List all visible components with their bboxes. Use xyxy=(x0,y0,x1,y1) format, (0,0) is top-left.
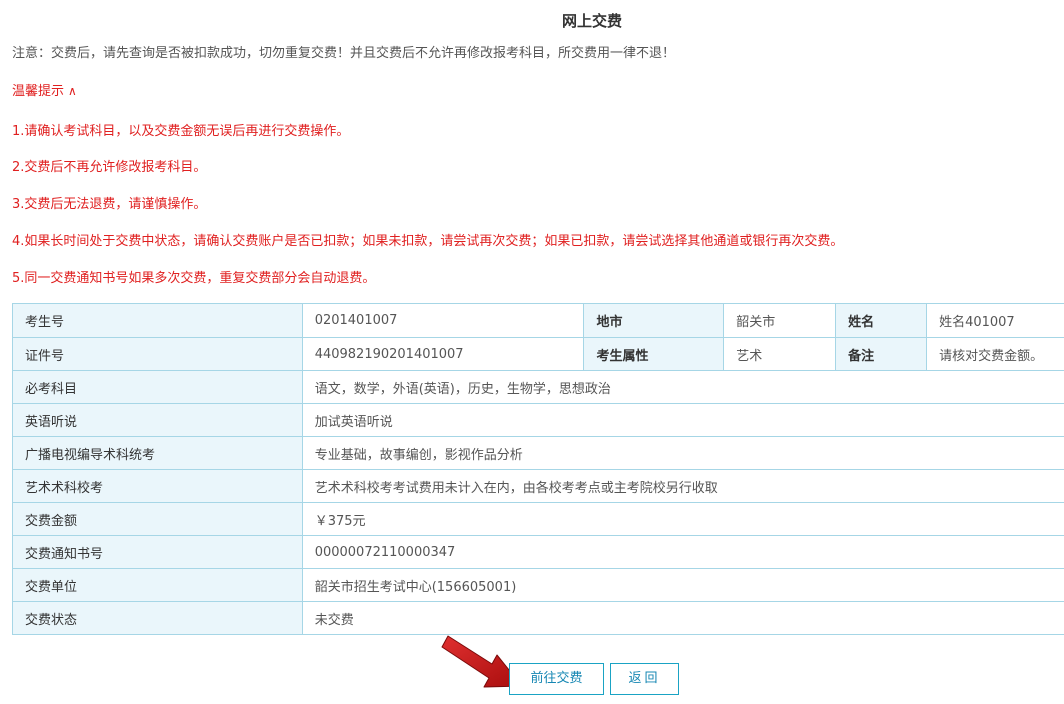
row-value: ￥375元 xyxy=(301,502,1064,536)
tips-toggle-label: 温馨提示 xyxy=(12,84,65,99)
id-label: 证件号 xyxy=(12,337,303,371)
row-label: 英语听说 xyxy=(12,403,303,437)
attr-value: 艺术 xyxy=(723,337,837,371)
table-row: 交费金额 ￥375元 xyxy=(12,502,1064,536)
tip-item-1: 1.请确认考试科目，以及交费金额无误后再进行交费操作。 xyxy=(12,124,350,139)
id-value: 440982190201401007 xyxy=(301,337,585,371)
attr-label: 考生属性 xyxy=(583,337,725,371)
row-label: 必考科目 xyxy=(12,370,303,404)
row-value: 00000072110000347 xyxy=(301,535,1064,569)
table-row: 交费通知书号 00000072110000347 xyxy=(12,535,1064,569)
row-value: 韶关市招生考试中心(156605001) xyxy=(301,568,1064,602)
chevron-up-icon: ∧ xyxy=(68,84,77,98)
name-value: 姓名401007 xyxy=(926,303,1064,338)
row-label: 交费状态 xyxy=(12,601,303,635)
table-row: 考生号 0201401007 地市 韶关市 姓名 姓名401007 xyxy=(12,303,1064,338)
city-value: 韶关市 xyxy=(723,303,837,338)
exam-no-label: 考生号 xyxy=(12,303,303,338)
table-row: 英语听说 加试英语听说 xyxy=(12,403,1064,437)
row-label: 交费通知书号 xyxy=(12,535,303,569)
row-value: 专业基础，故事编创，影视作品分析 xyxy=(301,436,1064,470)
table-row: 广播电视编导术科统考 专业基础，故事编创，影视作品分析 xyxy=(12,436,1064,470)
remark-label: 备注 xyxy=(835,337,928,371)
back-button[interactable]: 返回 xyxy=(610,663,679,695)
row-value: 未交费 xyxy=(301,601,1064,635)
name-label: 姓名 xyxy=(835,303,928,338)
table-row: 必考科目 语文，数学，外语(英语)，历史，生物学，思想政治 xyxy=(12,370,1064,404)
row-value: 加试英语听说 xyxy=(301,403,1064,437)
remark-value: 请核对交费金额。 xyxy=(926,337,1064,371)
table-row: 艺术术科校考 艺术术科校考考试费用未计入在内，由各校考考点或主考院校另行收取 xyxy=(12,469,1064,503)
page-title: 网上交费 xyxy=(561,12,622,30)
row-label: 广播电视编导术科统考 xyxy=(12,436,303,470)
row-value: 语文，数学，外语(英语)，历史，生物学，思想政治 xyxy=(301,370,1064,404)
row-label: 交费单位 xyxy=(12,568,303,602)
tip-item-2: 2.交费后不再允许修改报考科目。 xyxy=(12,160,207,175)
table-row: 交费状态 未交费 xyxy=(12,601,1064,635)
table-row: 交费单位 韶关市招生考试中心(156605001) xyxy=(12,568,1064,602)
exam-no-value: 0201401007 xyxy=(301,303,585,338)
go-pay-button[interactable]: 前往交费 xyxy=(509,663,604,695)
tips-toggle[interactable]: 温馨提示 ∧ xyxy=(12,80,77,99)
tip-item-3: 3.交费后无法退费，请谨慎操作。 xyxy=(12,197,207,212)
row-label: 艺术术科校考 xyxy=(12,469,303,503)
exam-info-table: 考生号 0201401007 地市 韶关市 姓名 姓名401007 证件号 44… xyxy=(12,303,1064,635)
payment-notice: 注意：交费后，请先查询是否被扣款成功，切勿重复交费！并且交费后不允许再修改报考科… xyxy=(12,46,676,61)
table-row: 证件号 440982190201401007 考生属性 艺术 备注 请核对交费金… xyxy=(12,337,1064,371)
row-value: 艺术术科校考考试费用未计入在内，由各校考考点或主考院校另行收取 xyxy=(301,469,1064,503)
tip-item-5: 5.同一交费通知书号如果多次交费，重复交费部分会自动退费。 xyxy=(12,271,376,286)
tip-item-4: 4.如果长时间处于交费中状态，请确认交费账户是否已扣款；如果未扣款，请尝试再次交… xyxy=(12,234,844,249)
city-label: 地市 xyxy=(583,303,725,338)
row-label: 交费金额 xyxy=(12,502,303,536)
